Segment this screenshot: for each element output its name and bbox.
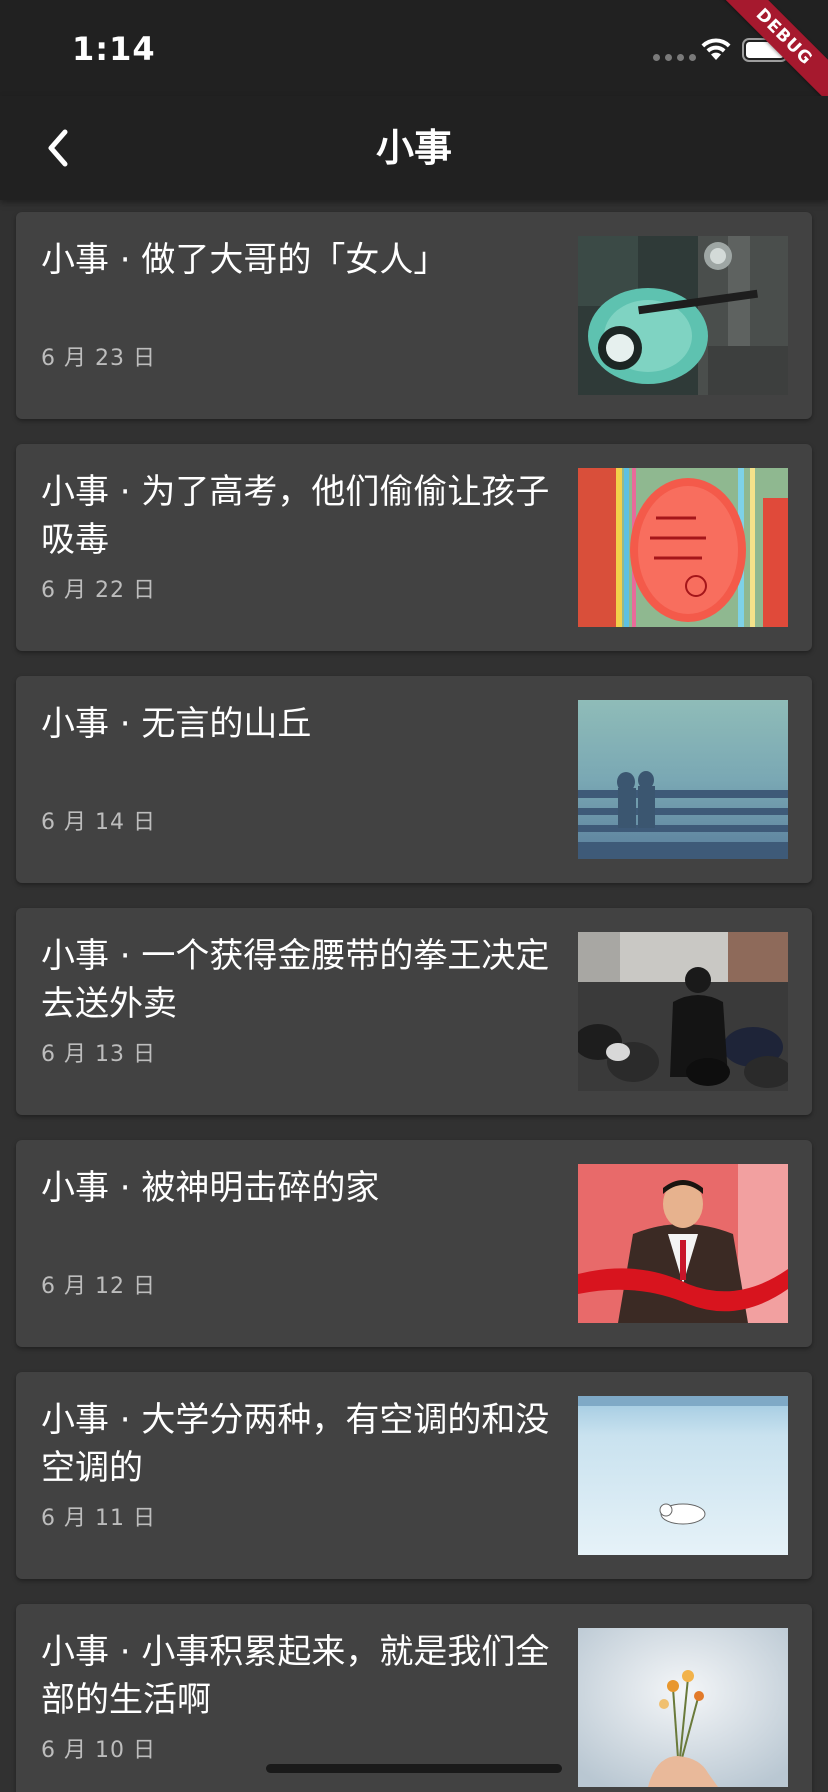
article-card[interactable]: 小事 · 被神明击碎的家 6 月 12 日 (16, 1140, 812, 1347)
article-thumbnail (578, 1164, 788, 1323)
article-title: 小事 · 无言的山丘 (41, 704, 312, 744)
article-thumbnail (578, 468, 788, 627)
article-card[interactable]: 小事 · 大学分两种，有空调的和没空调的 6 月 11 日 (16, 1372, 812, 1579)
pool-bear-photo (578, 1396, 788, 1555)
article-card[interactable]: 小事 · 无言的山丘 6 月 14 日 (16, 676, 812, 883)
beach-shadow-photo (578, 700, 788, 859)
flower-hand-photo (578, 1628, 788, 1787)
wifi-icon (701, 38, 731, 60)
article-date: 6 月 23 日 (41, 346, 156, 371)
screen: 1:14 DEBUG 小事 小事 · 做了大哥的「女人」 6 月 23 日 小事… (0, 0, 828, 1792)
status-bar: 1:14 DEBUG (0, 0, 828, 119)
article-thumbnail (578, 700, 788, 859)
article-thumbnail (578, 932, 788, 1091)
article-title: 小事 · 一个获得金腰带的拳王决定去送外卖 (41, 936, 550, 1024)
article-title: 小事 · 小事积累起来，就是我们全部的生活啊 (41, 1632, 550, 1720)
article-date: 6 月 12 日 (41, 1274, 156, 1299)
article-card[interactable]: 小事 · 一个获得金腰带的拳王决定去送外卖 6 月 13 日 (16, 908, 812, 1115)
article-title: 小事 · 被神明击碎的家 (41, 1168, 380, 1208)
scooter-photo (578, 236, 788, 395)
article-title: 小事 · 做了大哥的「女人」 (41, 240, 448, 280)
article-thumbnail (578, 1396, 788, 1555)
page-title: 小事 (375, 126, 452, 170)
article-date: 6 月 11 日 (41, 1506, 156, 1531)
article-card[interactable]: 小事 · 做了大哥的「女人」 6 月 23 日 (16, 212, 812, 419)
home-indicator[interactable] (266, 1764, 562, 1773)
article-thumbnail (578, 1628, 788, 1787)
article-date: 6 月 13 日 (41, 1042, 156, 1067)
app-bar: 小事 (0, 96, 828, 200)
cellular-signal-icon (653, 54, 696, 61)
article-date: 6 月 10 日 (41, 1738, 156, 1763)
article-thumbnail (578, 236, 788, 395)
article-title: 小事 · 大学分两种，有空调的和没空调的 (41, 1400, 550, 1488)
man-ribbon-photo (578, 1164, 788, 1323)
motorbike-lot-photo (578, 932, 788, 1091)
article-card[interactable]: 小事 · 为了高考，他们偷偷让孩子吸毒 6 月 22 日 (16, 444, 812, 651)
article-title: 小事 · 为了高考，他们偷偷让孩子吸毒 (41, 472, 550, 560)
wish-tags-photo (578, 468, 788, 627)
article-date: 6 月 14 日 (41, 810, 156, 835)
article-list[interactable]: 小事 · 做了大哥的「女人」 6 月 23 日 小事 · 为了高考，他们偷偷让孩… (0, 200, 828, 1792)
status-time: 1:14 (72, 30, 156, 68)
article-date: 6 月 22 日 (41, 578, 156, 603)
